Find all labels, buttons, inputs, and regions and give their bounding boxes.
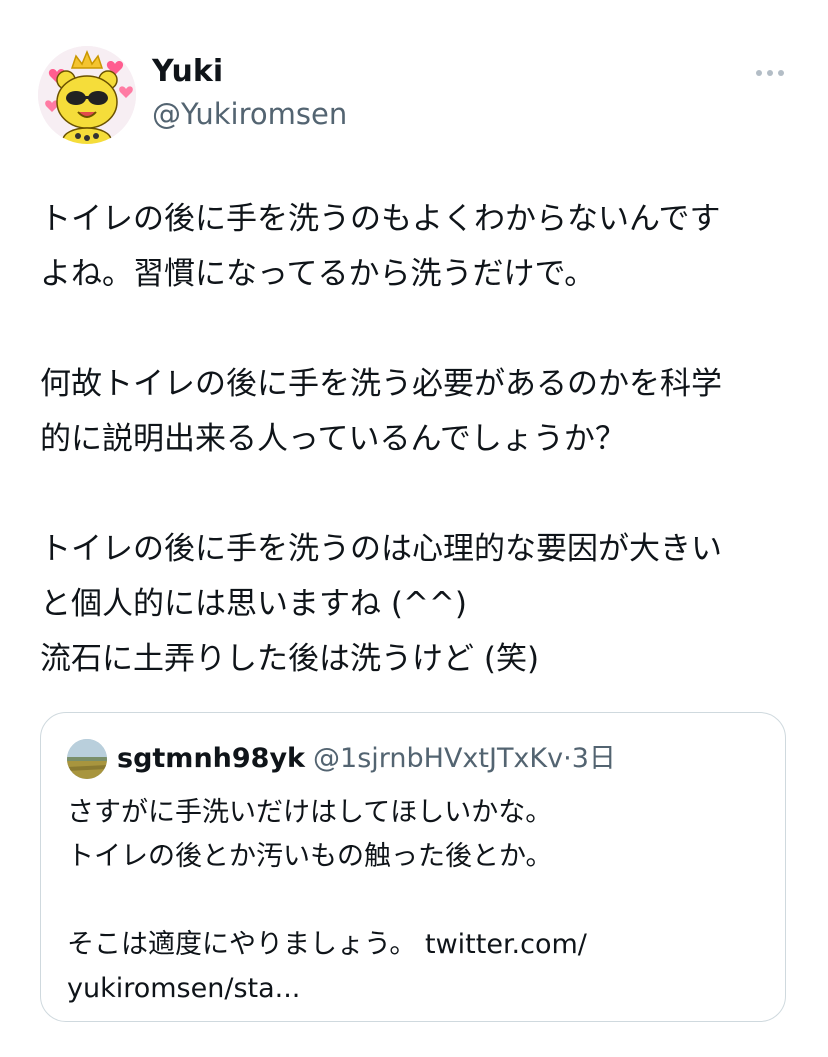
author-avatar[interactable] <box>38 46 136 144</box>
author-handle[interactable]: @Yukiromsen <box>152 94 347 134</box>
quoted-author-avatar[interactable] <box>67 739 107 779</box>
quoted-tweet-text: さすがに手洗いだけはしてほしいかな。 トイレの後とか汚いもの触った後とか。 そこ… <box>67 791 757 1011</box>
tweet-text: トイレの後に手を洗うのもよくわからないんです よね。習慣になってるから洗うだけで… <box>40 201 722 677</box>
more-options-button[interactable] <box>750 56 790 90</box>
quoted-tweet-header: sgtmnh98yk @1sjrnbHVxtJTxKv·3日 <box>117 739 616 779</box>
tweet[interactable]: Yuki @Yukiromsen トイレの後に手を洗うのもよくわからないんです … <box>0 0 828 1057</box>
quoted-author-display-name[interactable]: sgtmnh98yk <box>117 743 305 774</box>
landscape-field-avatar-icon <box>67 739 107 779</box>
yellow-bear-avatar-icon <box>38 46 136 144</box>
quoted-tweet-time[interactable]: 3日 <box>572 743 616 774</box>
more-horizontal-icon <box>756 70 784 76</box>
separator-dot: · <box>563 743 572 774</box>
quoted-author-handle[interactable]: @1sjrnbHVxtJTxKv <box>313 743 563 774</box>
quoted-tweet[interactable]: sgtmnh98yk @1sjrnbHVxtJTxKv·3日 さすがに手洗いだけは… <box>40 712 786 1022</box>
author-display-name[interactable]: Yuki <box>152 52 223 92</box>
